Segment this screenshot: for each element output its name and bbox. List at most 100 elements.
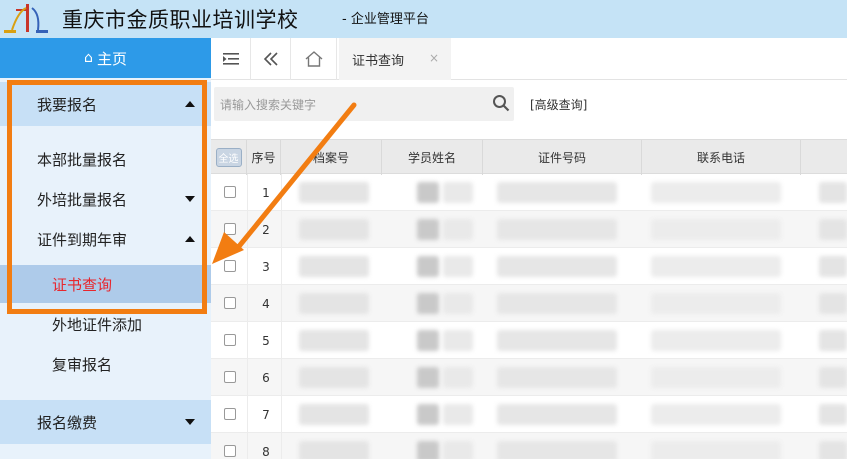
sidebar-item-label: 我要报名 [37,95,98,114]
sidebar-item-label: 外地证件添加 [52,315,143,334]
column-header[interactable]: 联系电话 [642,140,801,175]
table-row[interactable]: 6 [211,359,847,396]
redacted-cell [417,219,439,240]
row-checkbox[interactable] [224,408,236,420]
row-index: 8 [262,444,270,459]
row-index: 3 [262,259,270,274]
home-label: 主页 [96,49,127,68]
column-header[interactable]: 学员姓名 [382,140,483,175]
sidebar-item-review-signup[interactable]: 复审报名 [0,345,211,383]
table-row[interactable]: 8 [211,433,847,459]
tab-label: 证书查询 [352,53,405,69]
row-index: 4 [262,296,270,311]
redacted-cell [299,182,369,203]
caret-up-icon [185,101,195,107]
home-button[interactable]: ⌂ 主页 [0,38,211,78]
redacted-cell [299,330,369,351]
redacted-cell [417,182,439,203]
redacted-cell [819,182,847,203]
scroll-tabs-left-button[interactable] [251,38,291,80]
row-index: 6 [262,370,270,385]
table-row[interactable]: 7 [211,396,847,433]
redacted-cell [819,367,847,388]
redacted-cell [651,404,781,425]
sidebar: ⌂ 主页 我要报名 本部批量报名 外培批量报名 证件到期年审 证书查询 外地证件… [0,38,211,459]
column-header[interactable]: 序号 [247,140,281,175]
home-icon [305,51,322,67]
redacted-cell [417,404,439,425]
redacted-cell [651,367,781,388]
redacted-cell [651,256,781,277]
search-field[interactable]: 请输入搜索关键字 [214,87,514,121]
sidebar-item-certificate-query[interactable]: 证书查询 [0,265,211,303]
school-title: 重庆市金质职业培训学校 [62,8,299,32]
column-header[interactable]: 档案号 [281,140,382,175]
redacted-cell [443,293,473,314]
table-row[interactable]: 5 [211,322,847,359]
search-input[interactable]: 请输入搜索关键字 [220,96,316,113]
redacted-cell [299,404,369,425]
home-tab-button[interactable] [291,38,337,80]
redacted-cell [497,404,617,425]
sidebar-item-annual-review[interactable]: 证件到期年审 [0,220,211,258]
sidebar-item-payment[interactable]: 报名缴费 [0,403,211,441]
row-checkbox[interactable] [224,186,236,198]
redacted-cell [651,182,781,203]
redacted-cell [299,441,369,459]
redacted-cell [497,367,617,388]
table-row[interactable]: 4 [211,285,847,322]
school-logo-icon [4,4,48,33]
column-divider [247,174,248,459]
sidebar-item-batch-local[interactable]: 本部批量报名 [0,140,211,178]
row-checkbox[interactable] [224,445,236,457]
table-row[interactable]: 1 [211,174,847,211]
sidebar-item-label: 外培批量报名 [37,190,128,209]
redacted-cell [819,293,847,314]
redacted-cell [443,404,473,425]
redacted-cell [819,404,847,425]
redacted-cell [497,182,617,203]
column-header[interactable]: 证件号码 [483,140,642,175]
redacted-cell [299,256,369,277]
double-chevron-left-icon [263,52,278,66]
row-checkbox[interactable] [224,371,236,383]
redacted-cell [417,293,439,314]
table-row[interactable]: 3 [211,248,847,285]
row-index: 5 [262,333,270,348]
redacted-cell [651,293,781,314]
sidebar-item-signup[interactable]: 我要报名 [0,85,211,123]
select-all-button[interactable]: 全选 [215,148,242,167]
sidebar-item-label: 证书查询 [52,275,113,294]
redacted-cell [651,441,781,459]
row-checkbox[interactable] [224,297,236,309]
advanced-search-link[interactable]: [高级查询] [530,96,587,113]
sidebar-item-batch-external[interactable]: 外培批量报名 [0,180,211,218]
redacted-cell [651,330,781,351]
redacted-cell [497,441,617,459]
row-checkbox[interactable] [224,334,236,346]
redacted-cell [497,256,617,277]
redacted-cell [417,441,439,459]
row-checkbox[interactable] [224,223,236,235]
redacted-cell [497,293,617,314]
tab-certificate-query[interactable]: 证书查询 × [339,38,451,80]
sidebar-item-add-external-cert[interactable]: 外地证件添加 [0,305,211,343]
select-all-cell[interactable]: 全选 [211,140,247,175]
table-row[interactable]: 2 [211,211,847,248]
search-icon[interactable] [492,94,510,112]
column-divider [281,174,282,459]
redacted-cell [443,367,473,388]
row-checkbox[interactable] [224,260,236,272]
redacted-cell [443,330,473,351]
redacted-cell [417,367,439,388]
sidebar-item-label: 报名缴费 [37,413,98,432]
redacted-cell [819,256,847,277]
sidebar-item-label: 证件到期年审 [37,230,128,249]
caret-up-icon [185,236,195,242]
sidebar-item-label: 复审报名 [52,355,113,374]
redacted-cell [443,182,473,203]
close-icon[interactable]: × [429,51,439,65]
redacted-cell [443,219,473,240]
collapse-sidebar-button[interactable] [211,38,251,80]
redacted-cell [443,256,473,277]
